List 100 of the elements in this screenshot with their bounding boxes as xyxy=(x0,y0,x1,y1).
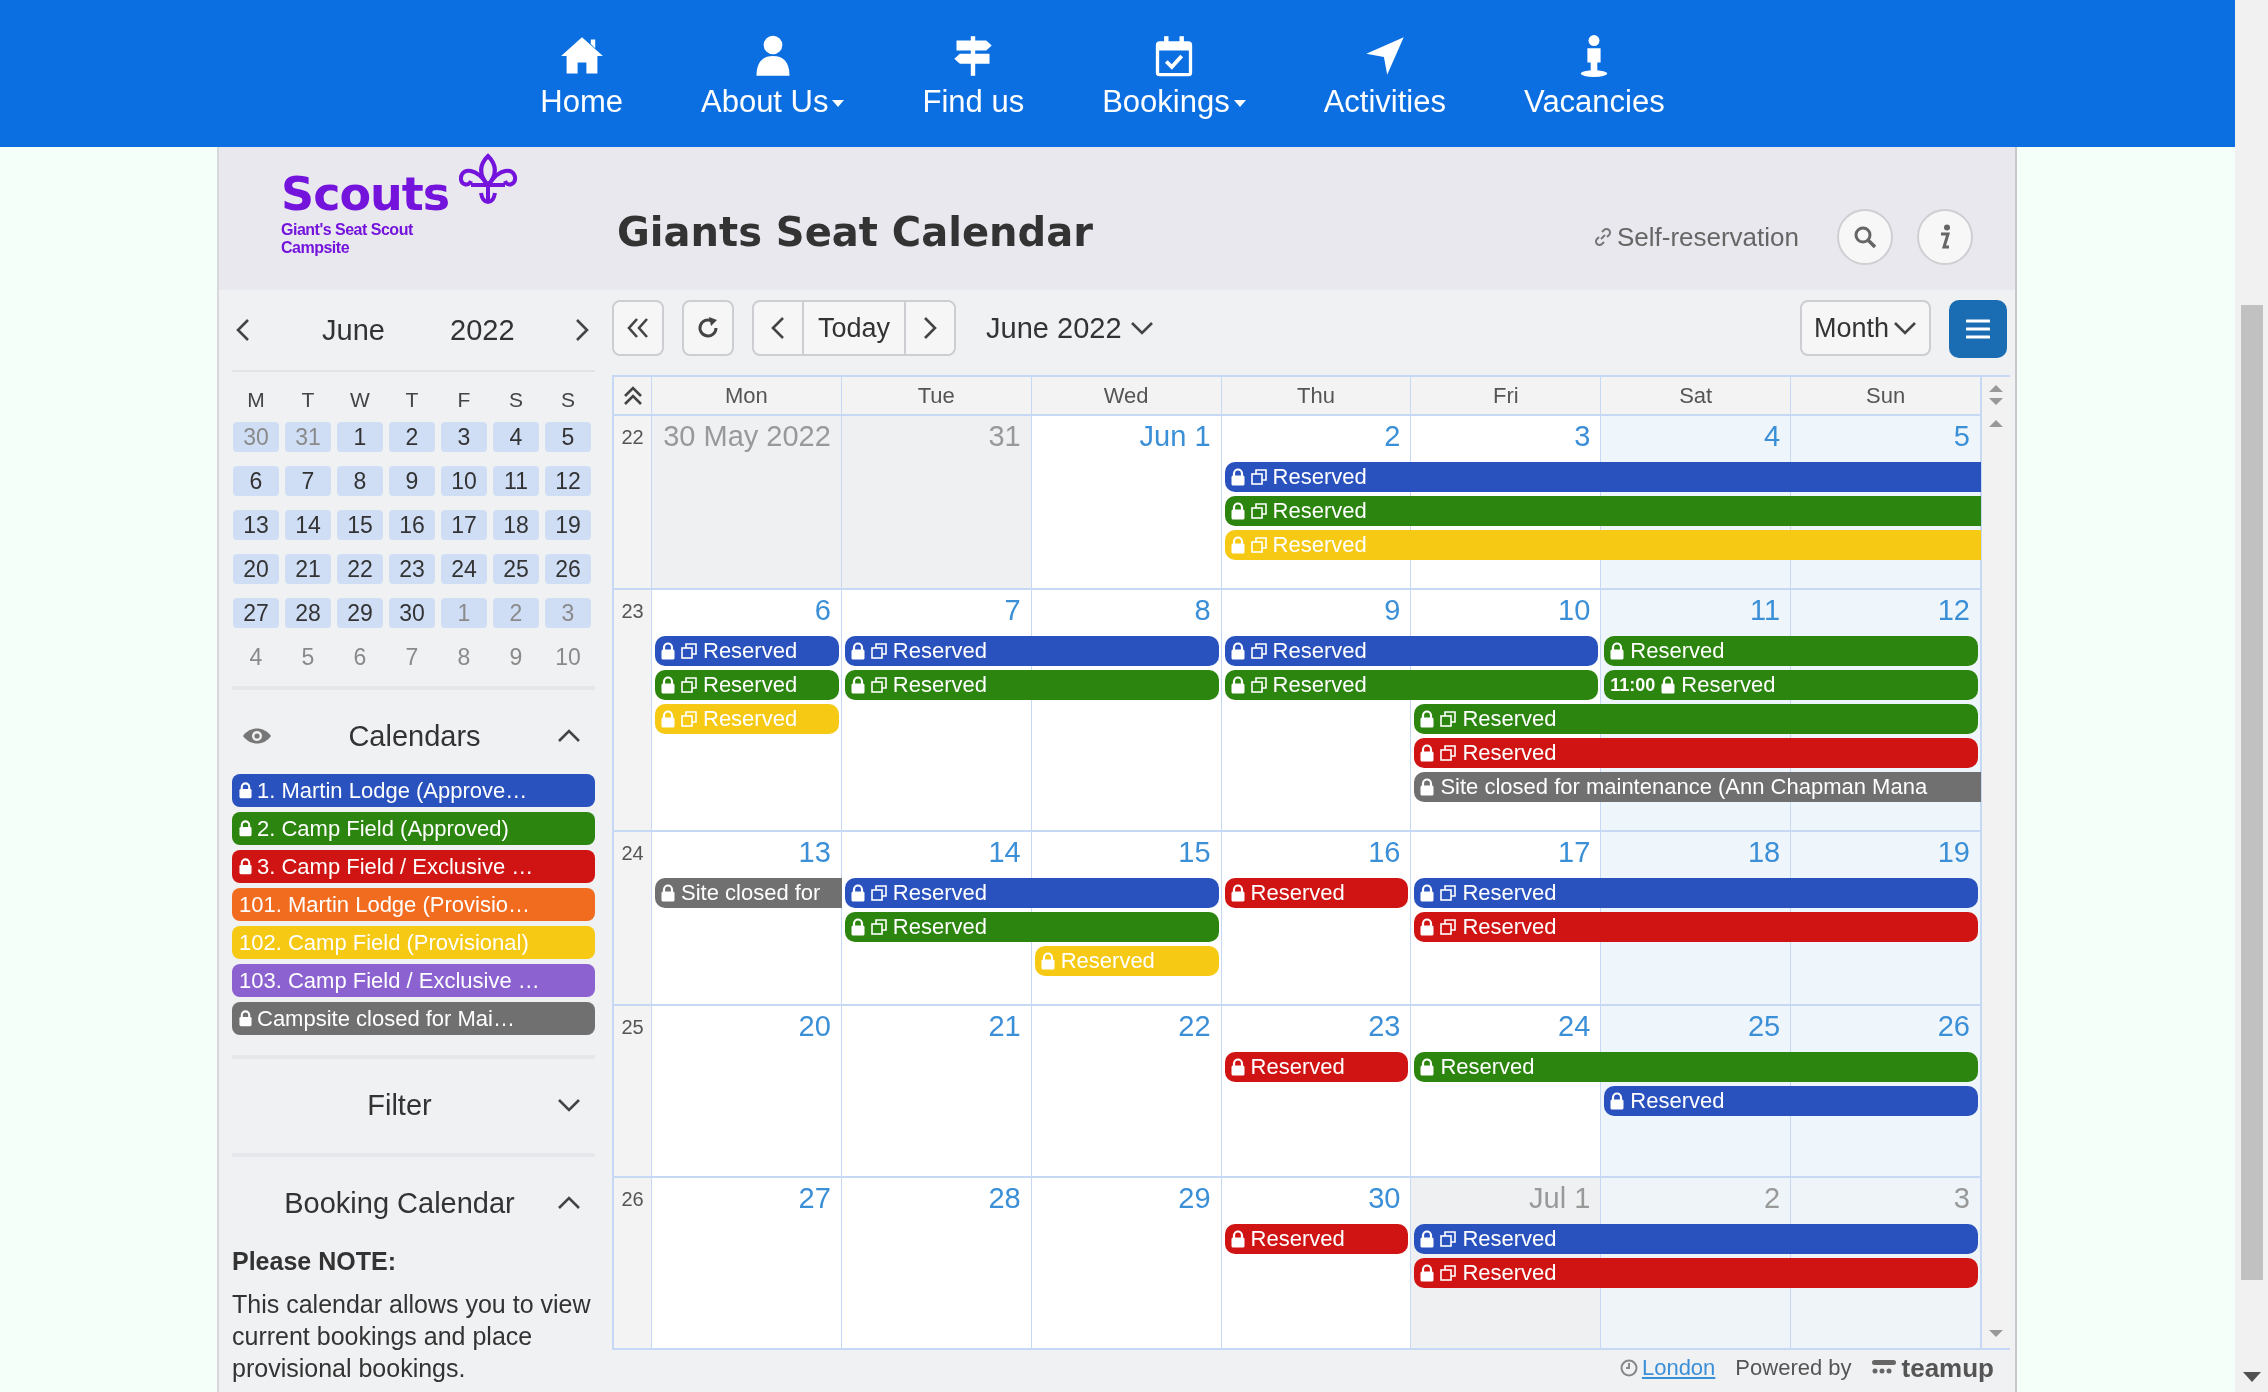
mini-day[interactable]: 8 xyxy=(441,642,487,672)
mini-day[interactable]: 2 xyxy=(493,598,539,628)
collapse-icon[interactable] xyxy=(557,1196,581,1210)
mini-day[interactable]: 5 xyxy=(285,642,331,672)
nav-link[interactable]: Home xyxy=(540,27,623,120)
event-bar[interactable]: Reserved xyxy=(1224,878,1409,908)
event-bar[interactable]: 11:00 Reserved xyxy=(1604,670,1978,700)
mini-day[interactable]: 14 xyxy=(285,510,331,540)
mini-day[interactable]: 15 xyxy=(337,510,383,540)
calendar-item[interactable]: 3. Camp Field / Exclusive … xyxy=(232,850,595,883)
event-bar[interactable]: Reserved xyxy=(1604,1086,1978,1116)
brand-logo[interactable]: teamup xyxy=(1871,1352,1994,1384)
mini-day[interactable]: 1 xyxy=(337,422,383,452)
chevron-right-icon[interactable] xyxy=(575,318,589,342)
mini-day[interactable]: 4 xyxy=(493,422,539,452)
year-label[interactable]: 2022 xyxy=(450,313,575,347)
mini-day[interactable]: 1 xyxy=(441,598,487,628)
mini-day[interactable]: 30 xyxy=(233,422,279,452)
event-bar[interactable]: Reserved xyxy=(655,670,839,700)
scroll-arrows-icon[interactable] xyxy=(1988,383,2004,407)
mini-day[interactable]: 4 xyxy=(233,642,279,672)
mini-day[interactable]: 29 xyxy=(337,598,383,628)
today-button[interactable]: Today xyxy=(804,300,905,356)
mini-day[interactable]: 17 xyxy=(441,510,487,540)
double-chevron-up-icon[interactable] xyxy=(622,385,643,406)
nav-link[interactable]: Bookings xyxy=(1102,27,1246,120)
chevron-left-icon[interactable] xyxy=(236,318,250,342)
calendar-item[interactable]: 101. Martin Lodge (Provisio… xyxy=(232,888,595,921)
date-picker-button[interactable]: June 2022 xyxy=(980,300,1160,356)
info-button[interactable] xyxy=(1917,209,1973,265)
event-bar[interactable]: Reserved xyxy=(1414,1224,1978,1254)
calendar-item[interactable]: 1. Martin Lodge (Approve… xyxy=(232,774,595,807)
collapse-icon[interactable] xyxy=(557,729,581,743)
expand-icon[interactable] xyxy=(557,1098,581,1112)
event-bar[interactable]: Reserved xyxy=(1414,738,1978,768)
self-reservation-link[interactable]: Self-reservation xyxy=(1592,221,1799,253)
caret-icon[interactable] xyxy=(1129,321,1154,335)
event-bar[interactable]: Reserved xyxy=(844,912,1219,942)
menu-button[interactable] xyxy=(1949,300,2007,358)
mini-day[interactable]: 11 xyxy=(493,466,539,496)
mini-day[interactable]: 2 xyxy=(389,422,435,452)
mini-day[interactable]: 9 xyxy=(493,642,539,672)
calendar-item[interactable]: Campsite closed for Mai… xyxy=(232,1002,595,1035)
scroll-down-icon[interactable] xyxy=(2242,1372,2261,1382)
mini-day[interactable]: 26 xyxy=(545,554,591,584)
mini-day[interactable]: 24 xyxy=(441,554,487,584)
eye-icon[interactable] xyxy=(242,726,272,746)
nav-link[interactable]: Find us xyxy=(922,27,1025,120)
first-button[interactable] xyxy=(612,300,664,356)
mini-day[interactable]: 21 xyxy=(285,554,331,584)
nav-link[interactable]: Vacancies xyxy=(1524,27,1665,120)
event-bar[interactable]: Reserved xyxy=(655,636,839,666)
next-button[interactable] xyxy=(904,300,957,356)
mini-day[interactable]: 12 xyxy=(545,466,591,496)
mini-day[interactable]: 30 xyxy=(389,598,435,628)
mini-day[interactable]: 13 xyxy=(233,510,279,540)
section-title[interactable]: Calendars xyxy=(272,719,557,753)
mini-day[interactable]: 6 xyxy=(337,642,383,672)
scrollbar[interactable] xyxy=(2235,0,2268,1392)
mini-day[interactable]: 27 xyxy=(233,598,279,628)
mini-day[interactable]: 7 xyxy=(389,642,435,672)
mini-day[interactable]: 3 xyxy=(441,422,487,452)
mini-day[interactable]: 25 xyxy=(493,554,539,584)
refresh-button[interactable] xyxy=(682,300,734,356)
mini-day[interactable]: 18 xyxy=(493,510,539,540)
mini-day[interactable]: 20 xyxy=(233,554,279,584)
mini-day[interactable]: 16 xyxy=(389,510,435,540)
mini-day[interactable]: 28 xyxy=(285,598,331,628)
calendar-item[interactable]: 103. Camp Field / Exclusive … xyxy=(232,964,595,997)
event-bar[interactable]: Reserved xyxy=(1224,636,1599,666)
event-bar[interactable]: Reserved xyxy=(1414,1258,1978,1288)
scroll-up-icon[interactable] xyxy=(1988,419,2004,427)
event-bar[interactable]: Reserved xyxy=(844,878,1219,908)
event-bar[interactable]: Reserved xyxy=(1414,1052,1978,1082)
mini-day[interactable]: 23 xyxy=(389,554,435,584)
view-dropdown[interactable]: Month xyxy=(1799,300,1931,356)
month-label[interactable]: June xyxy=(322,313,422,347)
search-button[interactable] xyxy=(1837,209,1893,265)
mini-day[interactable]: 19 xyxy=(545,510,591,540)
scrollbar-thumb[interactable] xyxy=(2240,305,2263,1280)
mini-day[interactable]: 31 xyxy=(285,422,331,452)
event-bar[interactable]: Reserved xyxy=(1224,1224,1409,1254)
mini-day[interactable]: 10 xyxy=(441,466,487,496)
event-bar[interactable]: Site closed for maintenance (Ann Chapman Mana xyxy=(1414,772,1981,802)
section-title[interactable]: Filter xyxy=(242,1088,557,1122)
event-bar[interactable]: Reserved xyxy=(844,670,1219,700)
event-bar[interactable]: Reserved xyxy=(1224,496,1981,526)
nav-link[interactable]: Activities xyxy=(1323,27,1446,120)
mini-day[interactable]: 3 xyxy=(545,598,591,628)
caret-icon[interactable] xyxy=(1893,321,1917,335)
mini-day[interactable]: 22 xyxy=(337,554,383,584)
previous-button[interactable] xyxy=(752,300,804,356)
mini-day[interactable]: 9 xyxy=(389,466,435,496)
event-bar[interactable]: Reserved xyxy=(1414,912,1978,942)
timezone-link[interactable]: London xyxy=(1619,1355,1716,1381)
mini-day[interactable]: 7 xyxy=(285,466,331,496)
mini-day[interactable]: 6 xyxy=(233,466,279,496)
event-bar[interactable]: Reserved xyxy=(1604,636,1978,666)
mini-day[interactable]: 5 xyxy=(545,422,591,452)
mini-day[interactable]: 8 xyxy=(337,466,383,496)
